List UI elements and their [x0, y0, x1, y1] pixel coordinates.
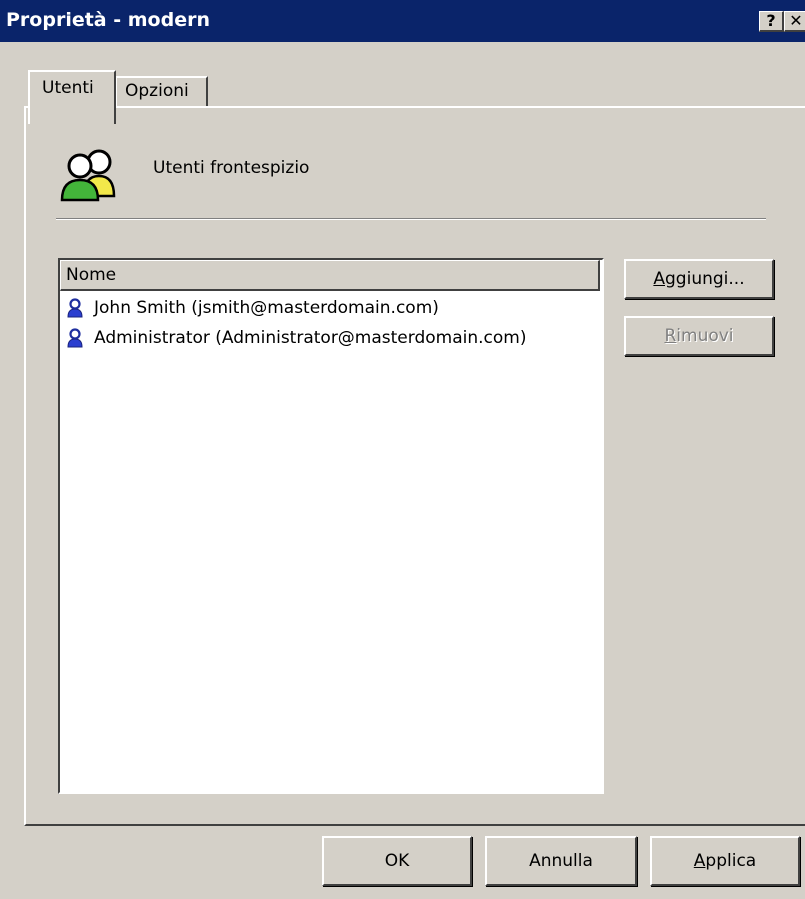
apply-button[interactable]: Applica	[650, 836, 800, 886]
close-icon: ✕	[789, 11, 803, 30]
window-title: Proprietà - modern	[6, 9, 210, 31]
properties-dialog: Proprietà - modern ? ✕ Utenti Opzioni Ut…	[0, 0, 805, 899]
list-item[interactable]: Administrator (Administrator@masterdomai…	[66, 324, 526, 352]
column-header-label: Nome	[66, 265, 117, 285]
title-bar[interactable]: Proprietà - modern ? ✕	[0, 0, 805, 42]
list-item-label: Administrator (Administrator@masterdomai…	[94, 328, 527, 348]
separator	[56, 218, 766, 220]
users-list[interactable]: Nome John Smith (jsmith@masterdomain.com…	[58, 258, 604, 794]
ok-button[interactable]: OK	[322, 836, 472, 886]
users-group-icon	[60, 149, 116, 202]
tab-utenti-label: Utenti	[42, 78, 94, 98]
column-header-nome[interactable]: Nome	[60, 260, 600, 291]
close-button[interactable]: ✕	[784, 11, 805, 32]
list-item-label: John Smith (jsmith@masterdomain.com)	[94, 298, 439, 318]
tab-opzioni[interactable]: Opzioni	[116, 76, 208, 108]
list-item[interactable]: John Smith (jsmith@masterdomain.com)	[66, 294, 439, 322]
remove-button[interactable]: Rimuovi	[624, 316, 774, 356]
user-icon	[67, 328, 83, 348]
help-button[interactable]: ?	[759, 11, 784, 32]
tab-panel-utenti: Utenti frontespizio Nome John Smith (jsm…	[24, 106, 805, 826]
help-icon: ?	[766, 11, 776, 30]
add-button[interactable]: Aggiungi...	[624, 259, 774, 299]
user-icon	[67, 298, 83, 318]
tab-utenti[interactable]: Utenti	[28, 70, 116, 124]
cancel-button[interactable]: Annulla	[485, 836, 637, 886]
tab-opzioni-label: Opzioni	[125, 81, 189, 101]
group-label: Utenti frontespizio	[153, 158, 310, 178]
